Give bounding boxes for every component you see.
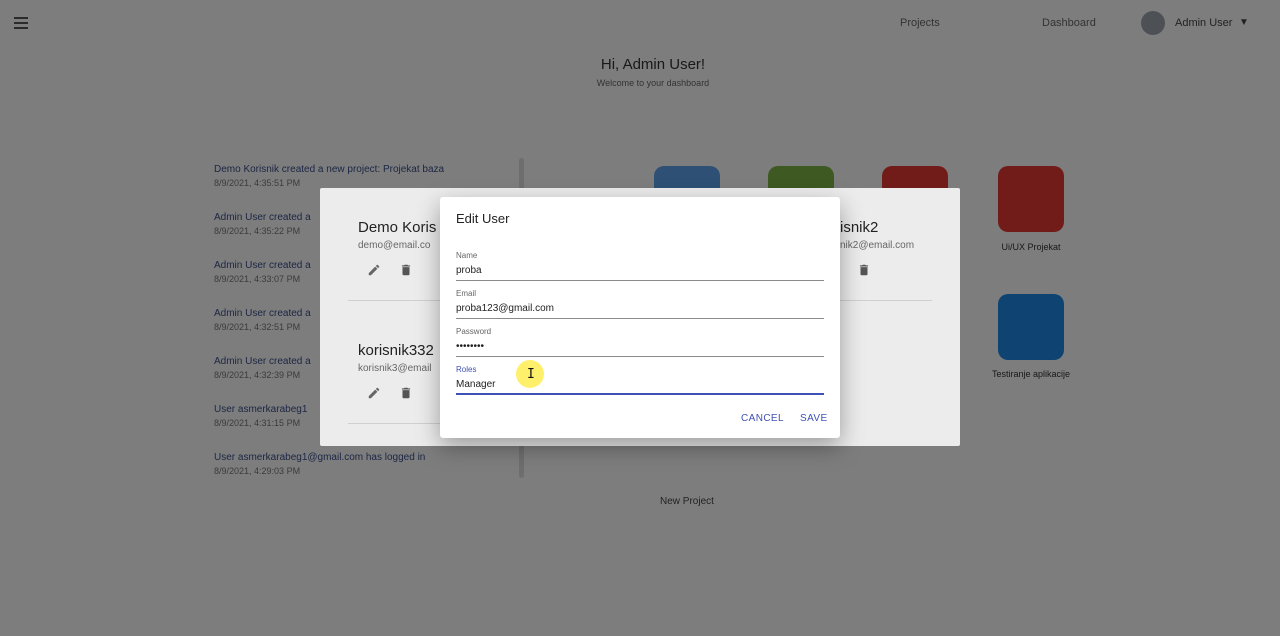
name-label: Name (456, 251, 478, 260)
user-card-name: korisnik332 (358, 342, 434, 359)
password-field: Password (456, 327, 824, 357)
email-input[interactable] (456, 300, 824, 319)
trash-icon[interactable] (857, 263, 871, 277)
user-card-name: isnik2 (840, 219, 879, 236)
edit-user-dialog: Edit User Name Email Password Roles CANC… (440, 197, 840, 438)
email-field: Email (456, 289, 824, 319)
trash-icon[interactable] (399, 386, 413, 400)
user-card-email: demo@email.co (358, 240, 431, 251)
divider (348, 423, 440, 424)
trash-icon[interactable] (399, 263, 413, 277)
pencil-icon[interactable] (367, 386, 381, 400)
divider (840, 300, 932, 301)
divider (348, 300, 440, 301)
roles-label: Roles (456, 365, 477, 374)
user-card-email: nik2@email.com (840, 240, 915, 251)
password-input[interactable] (456, 338, 824, 357)
user-card-email: korisnik3@email (358, 363, 432, 374)
pencil-icon[interactable] (367, 263, 381, 277)
text-cursor-icon: I (527, 367, 535, 382)
dialog-title: Edit User (456, 211, 510, 226)
email-label: Email (456, 289, 477, 298)
name-field: Name (456, 251, 824, 281)
cancel-button[interactable]: CANCEL (741, 413, 784, 424)
user-card-name: Demo Koris (358, 219, 437, 236)
roles-input[interactable] (456, 376, 824, 395)
save-button[interactable]: SAVE (800, 413, 828, 424)
name-input[interactable] (456, 262, 824, 281)
roles-field: Roles (456, 365, 824, 395)
password-label: Password (456, 327, 492, 336)
